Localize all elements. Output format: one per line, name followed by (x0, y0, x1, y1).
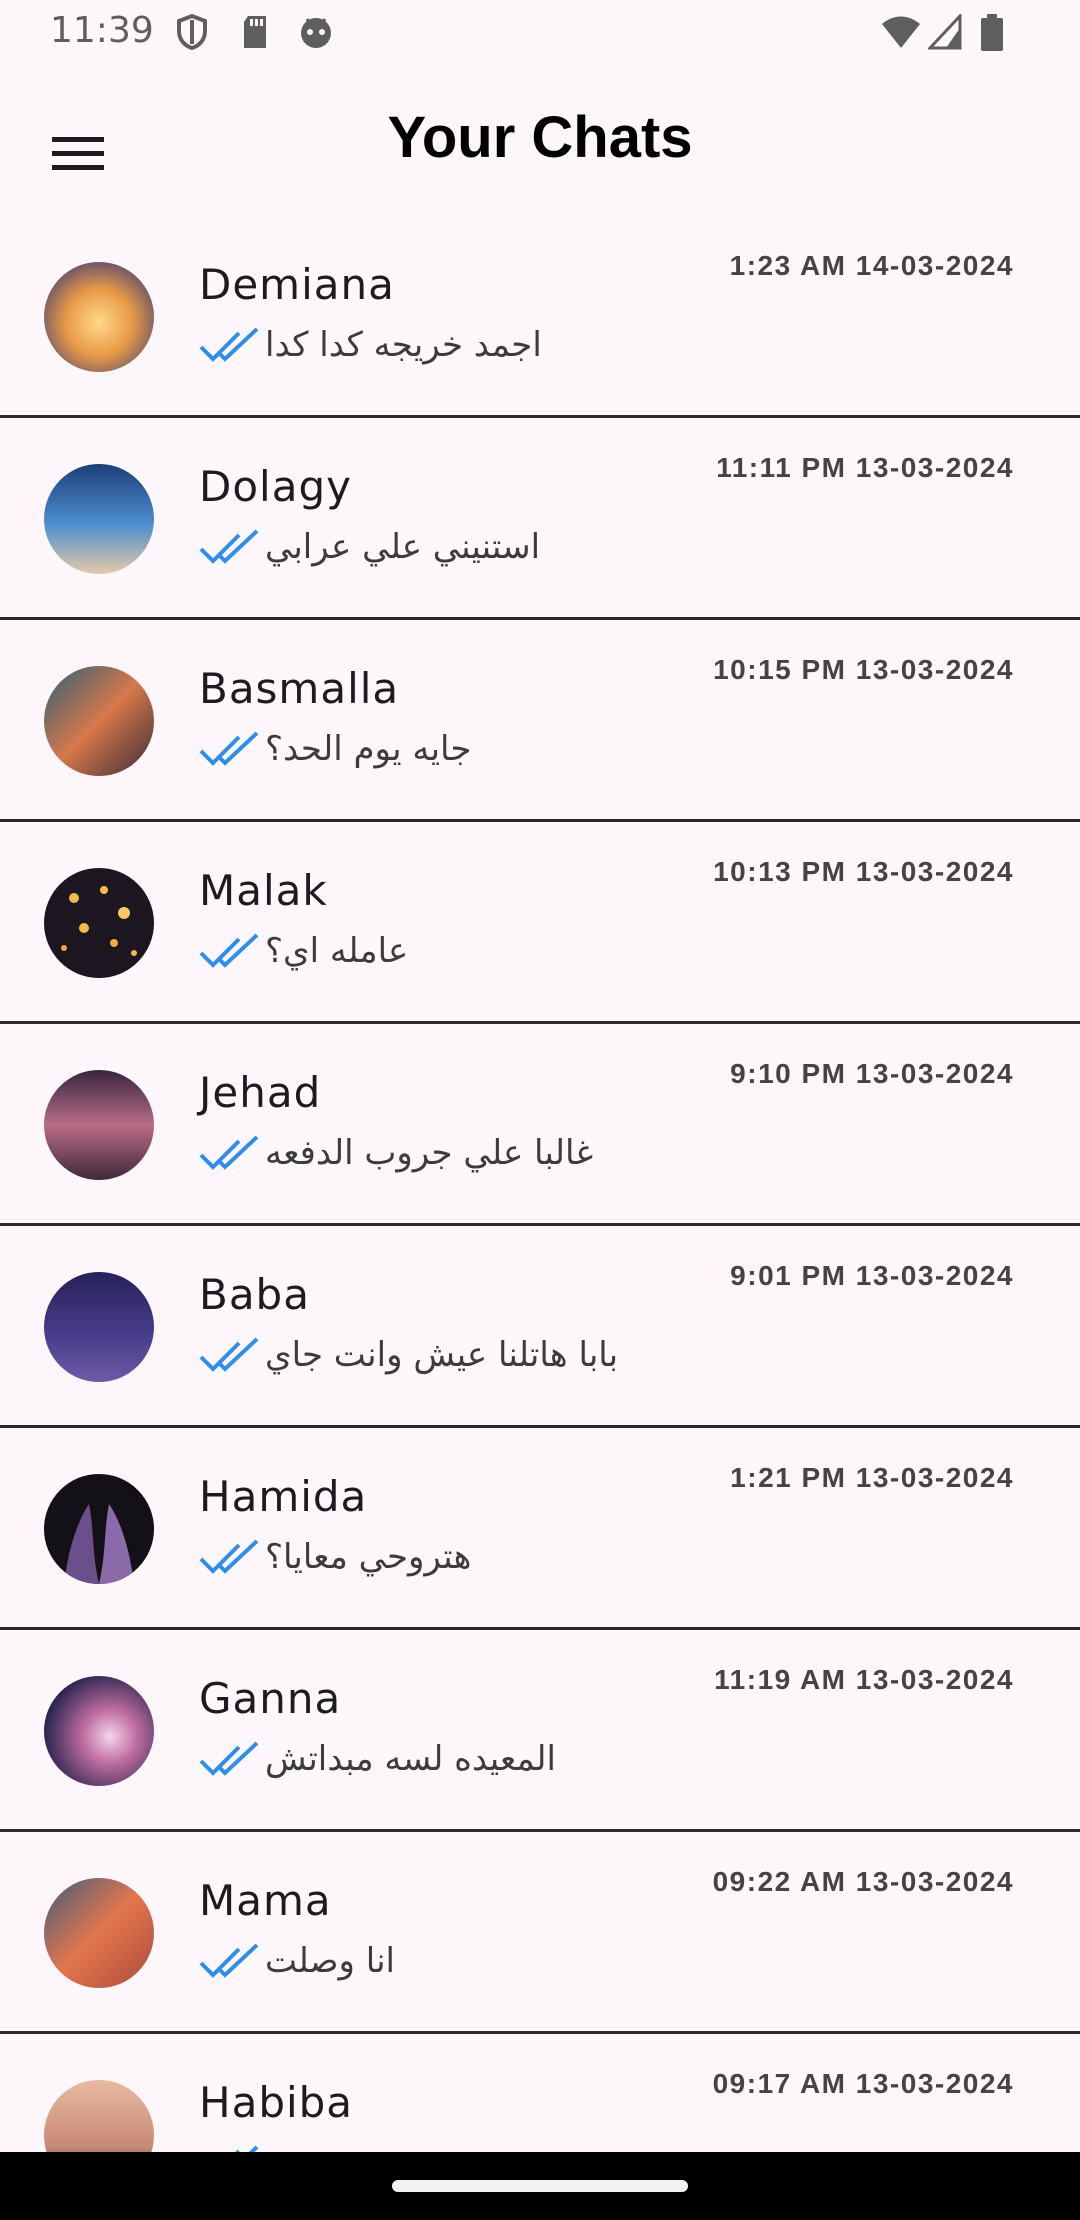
chat-name: Mama (199, 1876, 332, 1925)
avatar (44, 1474, 154, 1584)
message-preview (199, 2138, 265, 2152)
chat-item[interactable]: Demiana 1:23 AM 14-03-2024 اجمد خريجه كد… (0, 216, 1080, 418)
chat-time: 11:11 PM 13-03-2024 (716, 452, 1014, 483)
chat-name: Ganna (199, 1674, 342, 1723)
chat-item[interactable]: Mama 09:22 AM 13-03-2024 انا وصلت (0, 1832, 1080, 2034)
double-check-icon (199, 731, 259, 766)
avatar (44, 1070, 154, 1180)
double-check-icon (199, 1741, 259, 1776)
wifi-icon (882, 16, 920, 48)
message-preview: هتروحي معايا؟ (199, 1532, 471, 1582)
chat-name: Malak (199, 866, 328, 915)
double-check-icon (199, 1539, 259, 1574)
chat-name: Jehad (199, 1068, 322, 1117)
message-preview: غالبا علي جروب الدفعه (199, 1128, 593, 1178)
last-message: غالبا علي جروب الدفعه (265, 1133, 594, 1173)
app-bar: Your Chats (0, 66, 1080, 216)
page-title: Your Chats (387, 105, 693, 170)
chat-item[interactable]: Dolagy 11:11 PM 13-03-2024 استنيني علي ع… (0, 418, 1080, 620)
avatar (44, 666, 154, 776)
chat-item[interactable]: Ganna 11:19 AM 13-03-2024 المعيده لسه مب… (0, 1630, 1080, 1832)
last-message: هتروحي معايا؟ (265, 1537, 472, 1577)
last-message: اجمد خريجه كدا كدا (265, 325, 542, 365)
status-time: 11:39 (50, 10, 154, 51)
avatar (44, 464, 154, 574)
double-check-icon (199, 1135, 259, 1170)
avatar (44, 868, 154, 978)
chat-time: 10:13 PM 13-03-2024 (713, 856, 1014, 887)
chat-time: 1:21 PM 13-03-2024 (730, 1462, 1014, 1493)
chat-name: Dolagy (199, 462, 352, 511)
shield-icon (177, 14, 207, 50)
chat-time: 1:23 AM 14-03-2024 (729, 250, 1014, 281)
chat-item[interactable]: Baba 9:01 PM 13-03-2024 بابا هاتلنا عيش … (0, 1226, 1080, 1428)
chat-time: 9:10 PM 13-03-2024 (730, 1058, 1014, 1089)
chat-name: Baba (199, 1270, 310, 1319)
last-message: عامله اي؟ (265, 931, 409, 971)
last-message: بابا هاتلنا عيش وانت جاي (265, 1335, 619, 1375)
chat-time: 10:15 PM 13-03-2024 (713, 654, 1014, 685)
chat-item[interactable]: Malak 10:13 PM 13-03-2024 عامله اي؟ (0, 822, 1080, 1024)
message-preview: بابا هاتلنا عيش وانت جاي (199, 1330, 618, 1380)
chat-item[interactable]: Habiba 09:17 AM 13-03-2024 (0, 2034, 1080, 2152)
double-check-icon (235, 2145, 259, 2152)
battery-icon (981, 14, 1003, 51)
android-icon (301, 18, 331, 48)
double-check-icon (199, 1943, 259, 1978)
chat-list[interactable]: Demiana 1:23 AM 14-03-2024 اجمد خريجه كد… (0, 216, 1080, 2152)
home-gesture-handle[interactable] (392, 2180, 688, 2192)
signal-icon (928, 14, 962, 50)
avatar (44, 2080, 154, 2152)
double-check-icon (199, 529, 259, 564)
chat-name: Hamida (199, 1472, 368, 1521)
chat-item[interactable]: Basmalla 10:15 PM 13-03-2024 جايه يوم ال… (0, 620, 1080, 822)
last-message: جايه يوم الحد؟ (265, 729, 472, 769)
last-message: استنيني علي عرابي (265, 527, 541, 567)
chat-name: Demiana (199, 260, 395, 309)
chat-item[interactable]: Jehad 9:10 PM 13-03-2024 غالبا علي جروب … (0, 1024, 1080, 1226)
message-preview: عامله اي؟ (199, 926, 408, 976)
status-bar: 11:39 (0, 0, 1080, 66)
double-check-icon (199, 933, 259, 968)
chat-item[interactable]: Hamida 1:21 PM 13-03-2024 هتروحي معايا؟ (0, 1428, 1080, 1630)
message-preview: جايه يوم الحد؟ (199, 724, 471, 774)
message-preview: المعيده لسه مبداتش (199, 1734, 556, 1784)
chat-time: 9:01 PM 13-03-2024 (730, 1260, 1014, 1291)
double-check-icon (199, 327, 259, 362)
last-message: انا وصلت (265, 1941, 396, 1981)
avatar (44, 1878, 154, 1988)
navigation-bar (0, 2152, 1080, 2220)
avatar (44, 1676, 154, 1786)
chat-name: Basmalla (199, 664, 400, 713)
message-preview: انا وصلت (199, 1936, 395, 1986)
chat-time: 11:19 AM 13-03-2024 (714, 1664, 1014, 1695)
last-message: المعيده لسه مبداتش (265, 1739, 556, 1779)
avatar (44, 1272, 154, 1382)
double-check-icon (199, 1337, 259, 1372)
chat-name: Habiba (199, 2078, 354, 2127)
message-preview: استنيني علي عرابي (199, 522, 540, 572)
avatar (44, 262, 154, 372)
chat-time: 09:22 AM 13-03-2024 (712, 1866, 1014, 1897)
message-preview: اجمد خريجه كدا كدا (199, 320, 542, 370)
chat-time: 09:17 AM 13-03-2024 (712, 2068, 1014, 2099)
sd-card-icon (244, 16, 266, 48)
